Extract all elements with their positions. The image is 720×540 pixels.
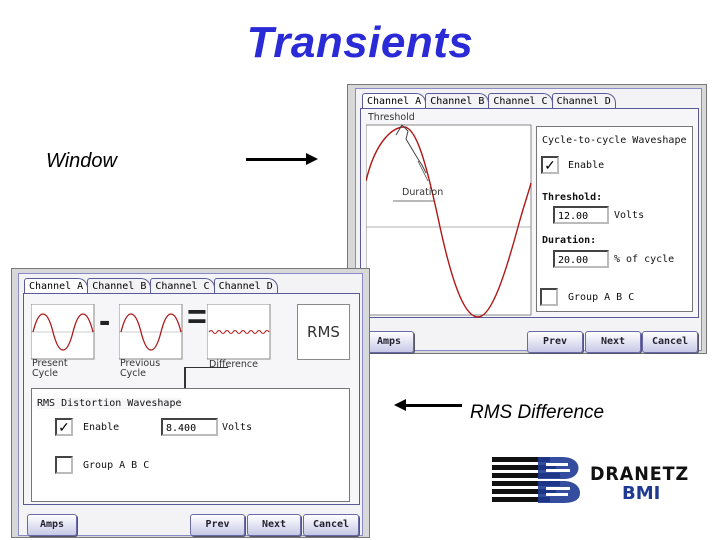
checkmark-icon: ✓	[544, 157, 556, 173]
threshold-label: Threshold	[368, 112, 415, 123]
threshold-unit: Volts	[614, 210, 645, 221]
next-button[interactable]: Next	[247, 514, 301, 536]
rms-tabs: Channel A Channel B Channel C Channel D	[24, 278, 278, 294]
logo-sub-text: BMI	[622, 483, 661, 504]
window-arrow	[246, 152, 320, 168]
previous-cycle-waveform	[119, 304, 183, 360]
rms-box: RMS	[297, 304, 350, 360]
next-button[interactable]: Next	[585, 331, 641, 353]
transient-window: Channel A Channel B Channel C Channel D …	[355, 88, 702, 353]
minus-symbol: -	[99, 302, 111, 340]
rms-difference-arrow	[394, 398, 464, 414]
logo-brand-text: DRANETZ	[590, 463, 690, 485]
duration-label: Duration	[402, 187, 444, 198]
rms-group-abc-label: Group A B C	[83, 460, 150, 471]
tab-channel-d[interactable]: Channel D	[213, 278, 278, 294]
rms-enable-label: Enable	[83, 422, 120, 433]
transient-tabs: Channel A Channel B Channel C Channel D	[362, 93, 616, 109]
rms-difference-caption: RMS Difference	[470, 402, 605, 423]
difference-label: Difference	[209, 359, 258, 370]
present-cycle-waveform	[31, 304, 95, 360]
rms-group-abc-checkbox[interactable]	[55, 456, 73, 474]
previous-cycle-label: Previous Cycle	[120, 358, 161, 379]
tab-channel-a[interactable]: Channel A	[362, 93, 427, 109]
transient-waveform-plot	[366, 124, 532, 318]
tab-channel-b[interactable]: Channel B	[87, 278, 152, 294]
duration-unit: % of cycle	[614, 254, 675, 265]
tab-channel-d[interactable]: Channel D	[551, 93, 616, 109]
tab-channel-b[interactable]: Channel B	[425, 93, 490, 109]
equals-symbol: =	[187, 298, 207, 336]
cycle-waveshape-title: Cycle-to-cycle Waveshape	[542, 135, 687, 146]
window-caption: Window	[46, 150, 117, 172]
amps-button[interactable]: Amps	[364, 331, 414, 353]
cancel-button[interactable]: Cancel	[303, 514, 359, 536]
prev-button[interactable]: Prev	[190, 514, 245, 536]
rms-unit: Volts	[222, 422, 253, 433]
rms-enable-checkbox[interactable]: ✓	[55, 418, 73, 436]
threshold-input[interactable]: 12.00	[553, 206, 609, 224]
connector-line-horizontal	[184, 367, 228, 368]
enable-label: Enable	[568, 160, 605, 171]
prev-button[interactable]: Prev	[527, 331, 583, 353]
enable-checkbox[interactable]: ✓	[541, 156, 559, 174]
difference-waveform	[207, 304, 271, 360]
page-title: Transients	[246, 18, 474, 67]
rms-value-input[interactable]: 8.400	[161, 418, 218, 436]
threshold-heading: Threshold:	[542, 192, 603, 203]
rms-distortion-title: RMS Distortion Waveshape	[37, 398, 182, 409]
duration-heading: Duration:	[542, 235, 597, 246]
group-abc-checkbox[interactable]	[540, 288, 558, 306]
checkmark-icon: ✓	[58, 419, 70, 435]
duration-input[interactable]: 20.00	[553, 250, 609, 268]
tab-channel-a[interactable]: Channel A	[24, 278, 89, 294]
amps-button[interactable]: Amps	[27, 514, 77, 536]
logo-mark-icon	[492, 457, 580, 503]
dranetz-bmi-logo: DRANETZ BMI	[490, 455, 710, 510]
rms-window: Channel A Channel B Channel C Channel D …	[18, 273, 363, 536]
present-cycle-label: Present Cycle	[32, 358, 68, 379]
tab-channel-c[interactable]: Channel C	[150, 278, 215, 294]
tab-channel-c[interactable]: Channel C	[488, 93, 553, 109]
cancel-button[interactable]: Cancel	[642, 331, 698, 353]
group-abc-label: Group A B C	[568, 292, 635, 303]
